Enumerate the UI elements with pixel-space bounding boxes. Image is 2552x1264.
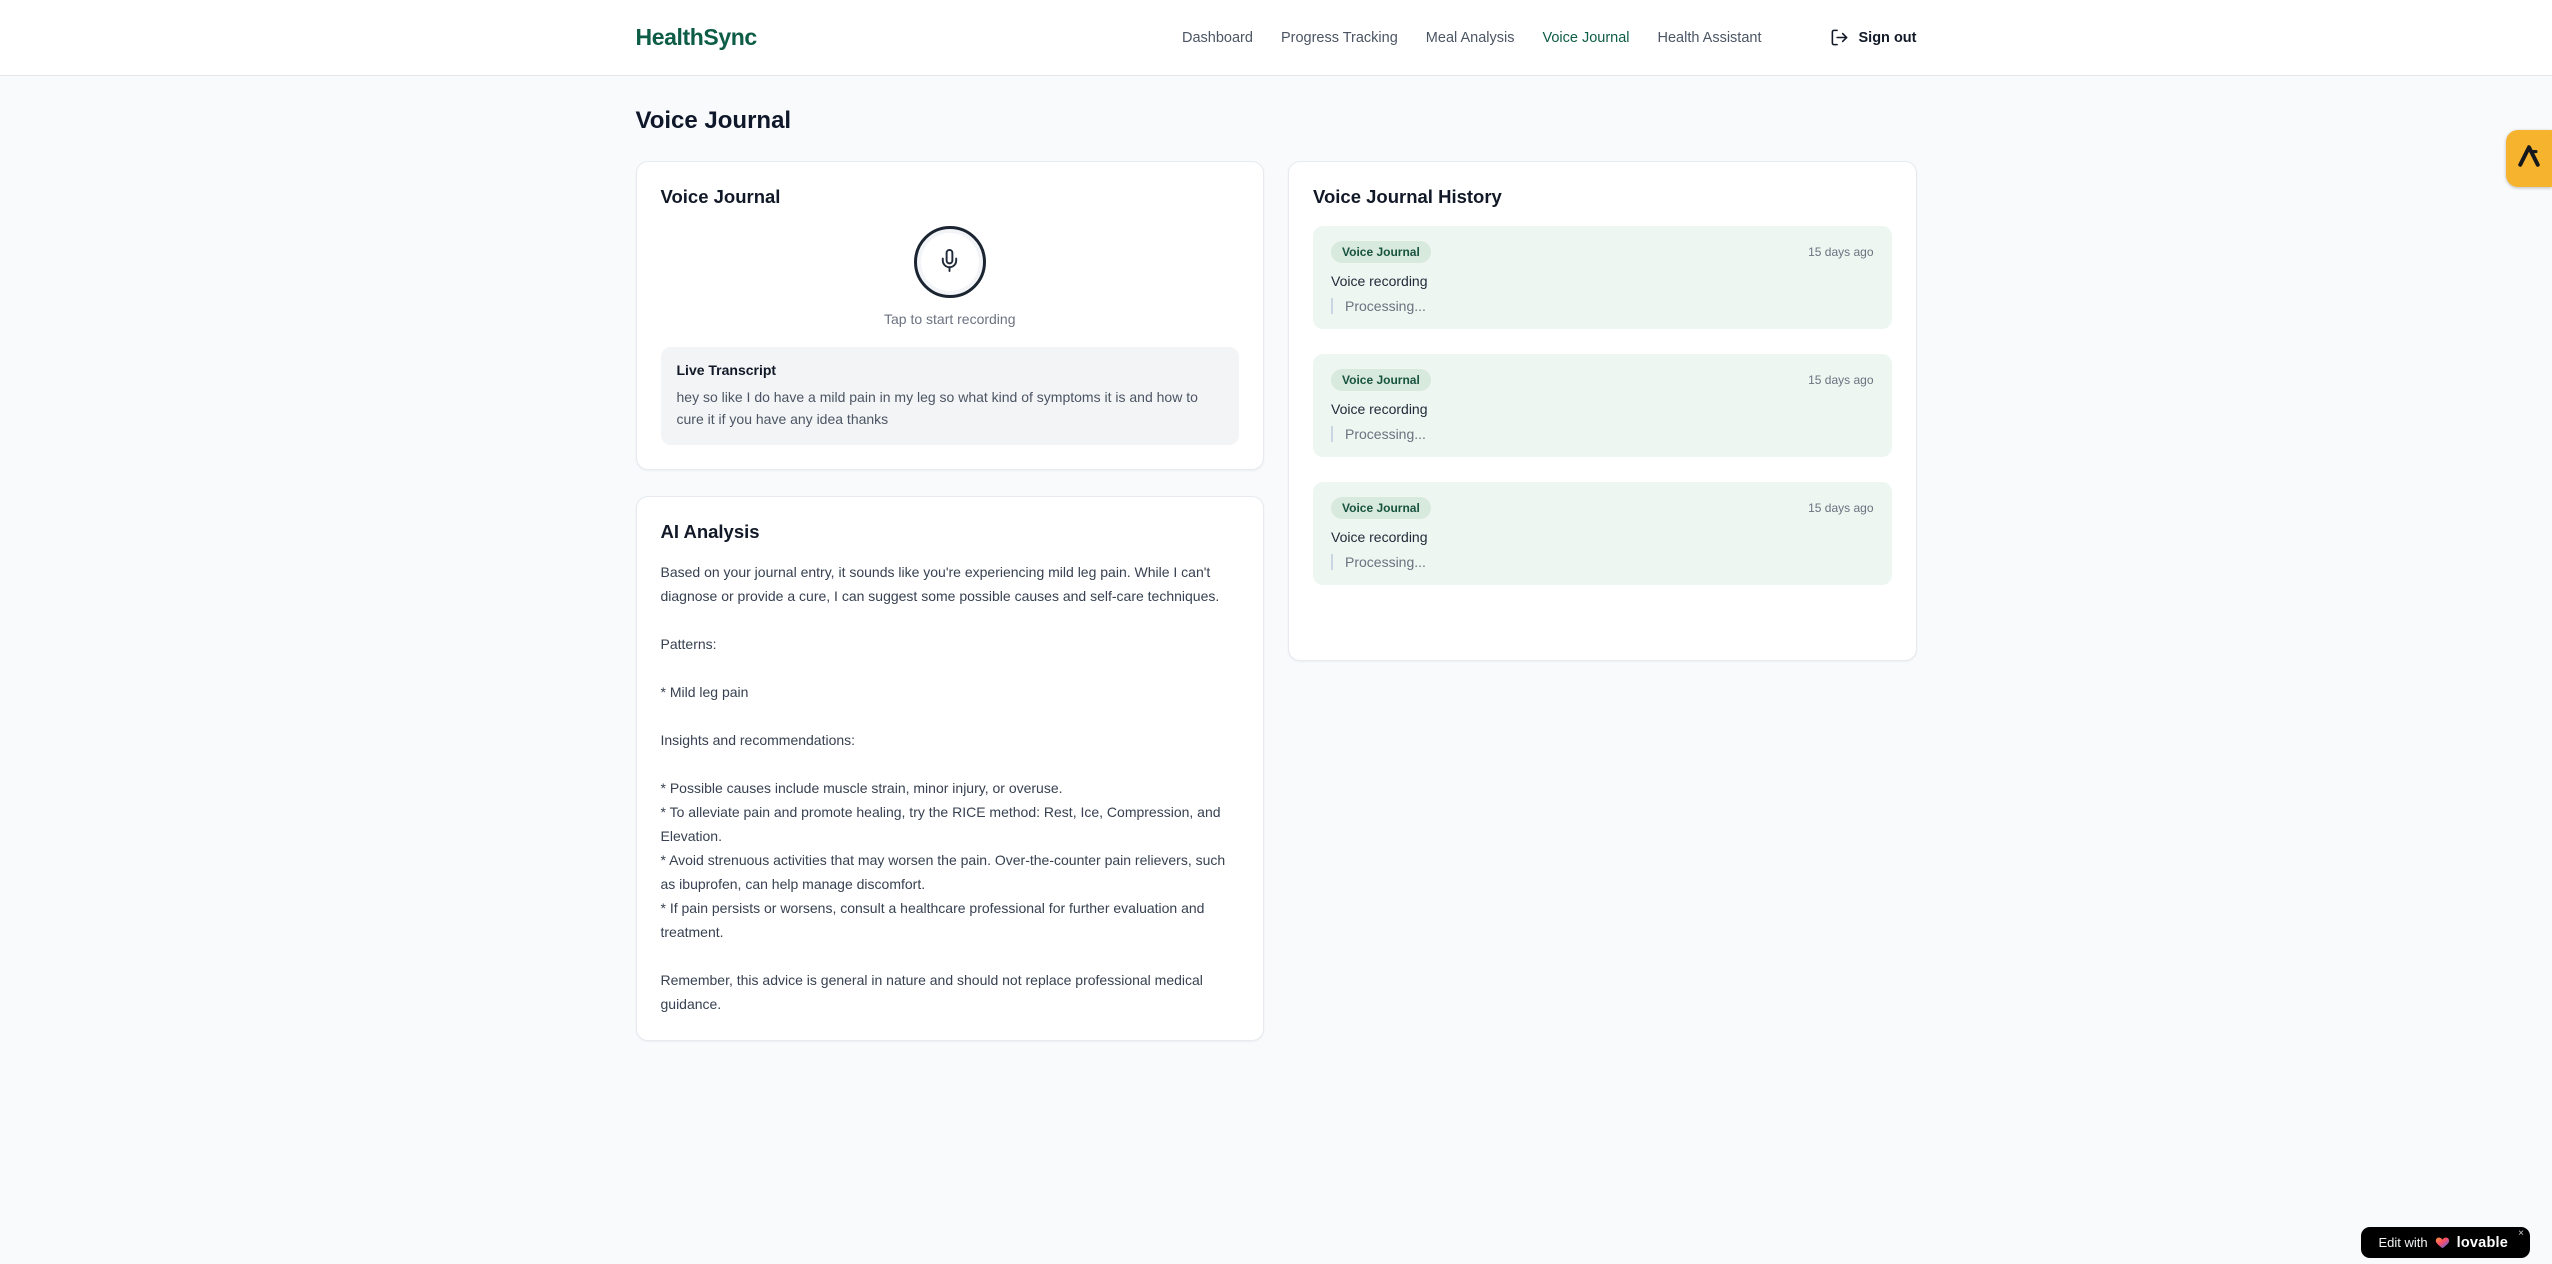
entry-status: Processing...: [1331, 298, 1874, 314]
entry-title: Voice recording: [1331, 273, 1428, 289]
page-title: Voice Journal: [635, 107, 792, 134]
history-list: Voice Journal 15 days ago Voice recordin…: [1313, 226, 1892, 585]
content-grid: Voice Journal Tap to start recording Liv…: [635, 161, 1917, 1042]
history-entry[interactable]: Voice Journal 15 days ago Voice recordin…: [1313, 226, 1892, 329]
history-entry-header: Voice Journal 15 days ago: [1331, 241, 1874, 263]
feedback-widget-tab[interactable]: [2506, 130, 2552, 187]
nav-item-health-assistant[interactable]: Health Assistant: [1658, 30, 1762, 46]
live-transcript-box: Live Transcript hey so like I do have a …: [660, 347, 1239, 446]
history-entry-header: Voice Journal 15 days ago: [1331, 369, 1874, 391]
entry-title: Voice recording: [1331, 529, 1428, 545]
voice-journal-history-card: Voice Journal History Voice Journal 15 d…: [1288, 161, 1917, 661]
entry-status: Processing...: [1331, 426, 1874, 442]
entry-type-badge: Voice Journal: [1331, 497, 1431, 519]
lovable-brand-label: lovable: [2456, 1234, 2508, 1251]
edit-with-label: Edit with: [2378, 1235, 2428, 1250]
entry-timestamp: 15 days ago: [1808, 501, 1874, 515]
entry-status: Processing...: [1331, 554, 1874, 570]
entry-type-badge: Voice Journal: [1331, 369, 1431, 391]
nav-item-progress-tracking[interactable]: Progress Tracking: [1281, 30, 1398, 46]
entry-timestamp: 15 days ago: [1808, 373, 1874, 387]
log-out-icon: [1830, 28, 1849, 47]
nav-item-voice-journal[interactable]: Voice Journal: [1542, 30, 1629, 46]
sign-out-button[interactable]: Sign out: [1830, 28, 1917, 47]
voice-journal-card: Voice Journal Tap to start recording Liv…: [635, 161, 1264, 471]
feedback-widget-icon: [2515, 142, 2543, 175]
edit-with-lovable-badge[interactable]: Edit with lovable ×: [2361, 1227, 2530, 1258]
recording-area: Tap to start recording: [661, 208, 1240, 327]
ai-analysis-card-title: AI Analysis: [660, 521, 760, 543]
navbar-inner: HealthSync Dashboard Progress Tracking M…: [636, 0, 1917, 75]
right-column: Voice Journal History Voice Journal 15 d…: [1288, 161, 1917, 661]
close-icon[interactable]: ×: [2518, 1229, 2524, 1239]
top-navbar: HealthSync Dashboard Progress Tracking M…: [0, 0, 2552, 76]
live-transcript-title: Live Transcript: [676, 362, 777, 378]
history-entry[interactable]: Voice Journal 15 days ago Voice recordin…: [1313, 354, 1892, 457]
nav-item-dashboard[interactable]: Dashboard: [1182, 30, 1253, 46]
record-button[interactable]: [913, 226, 986, 298]
live-transcript-text: hey so like I do have a mild pain in my …: [676, 389, 1198, 427]
ai-analysis-text: Based on your journal entry, it sounds l…: [660, 564, 1226, 1013]
history-card-title: Voice Journal History: [1313, 186, 1502, 207]
nav-item-meal-analysis[interactable]: Meal Analysis: [1426, 30, 1515, 46]
entry-type-badge: Voice Journal: [1331, 241, 1431, 263]
entry-timestamp: 15 days ago: [1808, 245, 1874, 259]
main-nav: Dashboard Progress Tracking Meal Analysi…: [1182, 28, 1917, 47]
ai-analysis-card: AI Analysis Based on your journal entry,…: [635, 496, 1264, 1042]
sign-out-label: Sign out: [1858, 29, 1917, 46]
microphone-icon: [938, 249, 961, 275]
main-content: Voice Journal Voice Journal Tap to start…: [635, 76, 1917, 1042]
heart-icon: [2435, 1235, 2450, 1250]
history-entry-header: Voice Journal 15 days ago: [1331, 497, 1874, 519]
tap-to-record-label: Tap to start recording: [883, 311, 1016, 327]
left-column: Voice Journal Tap to start recording Liv…: [635, 161, 1264, 1042]
history-entry[interactable]: Voice Journal 15 days ago Voice recordin…: [1313, 482, 1892, 585]
entry-title: Voice recording: [1331, 401, 1428, 417]
voice-journal-card-title: Voice Journal: [660, 186, 781, 207]
app-logo[interactable]: HealthSync: [636, 24, 758, 51]
